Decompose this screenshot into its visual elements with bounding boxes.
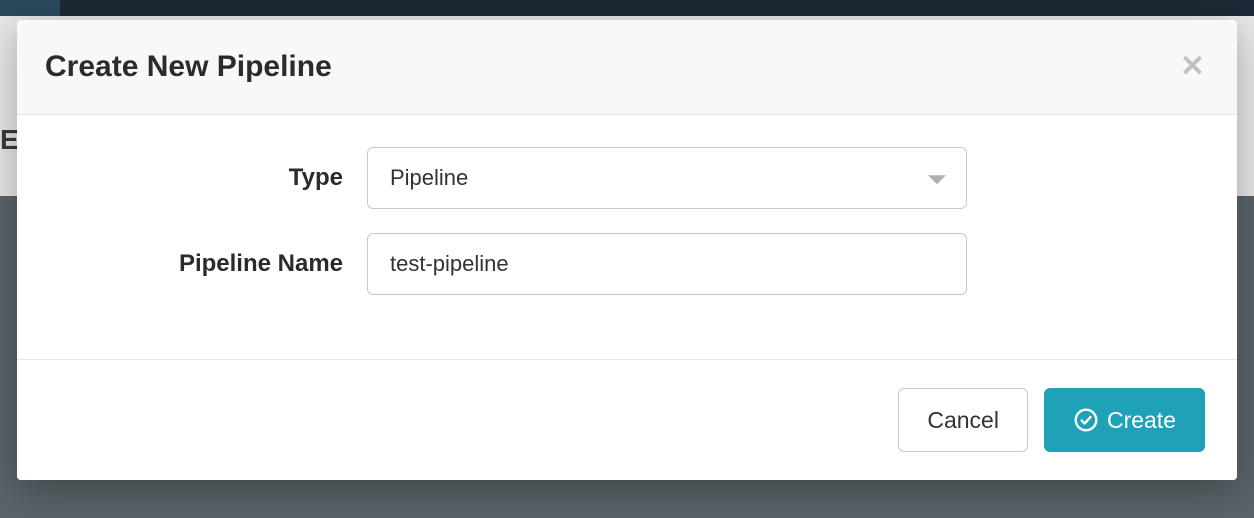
- pipeline-name-label: Pipeline Name: [57, 250, 367, 278]
- cancel-button-label: Cancel: [927, 407, 999, 434]
- close-icon[interactable]: ✕: [1176, 52, 1209, 82]
- create-button[interactable]: Create: [1044, 388, 1205, 452]
- create-pipeline-modal: Create New Pipeline ✕ Type Pipeline Pipe…: [17, 20, 1237, 480]
- type-select-value: Pipeline: [390, 165, 468, 191]
- type-label: Type: [57, 164, 367, 192]
- cancel-button[interactable]: Cancel: [898, 388, 1028, 452]
- type-select[interactable]: Pipeline: [367, 147, 967, 209]
- app-topbar-tab: [0, 0, 60, 16]
- caret-down-icon: [928, 175, 946, 184]
- check-circle-icon: [1073, 407, 1099, 433]
- modal-header: Create New Pipeline ✕: [17, 20, 1237, 115]
- modal-title: Create New Pipeline: [45, 50, 332, 84]
- modal-footer: Cancel Create: [17, 359, 1237, 480]
- form-row-name: Pipeline Name: [57, 233, 1197, 295]
- create-button-label: Create: [1107, 407, 1176, 434]
- form-row-type: Type Pipeline: [57, 147, 1197, 209]
- modal-body: Type Pipeline Pipeline Name: [17, 115, 1237, 359]
- app-topbar: [0, 0, 1254, 16]
- pipeline-name-input[interactable]: [367, 233, 967, 295]
